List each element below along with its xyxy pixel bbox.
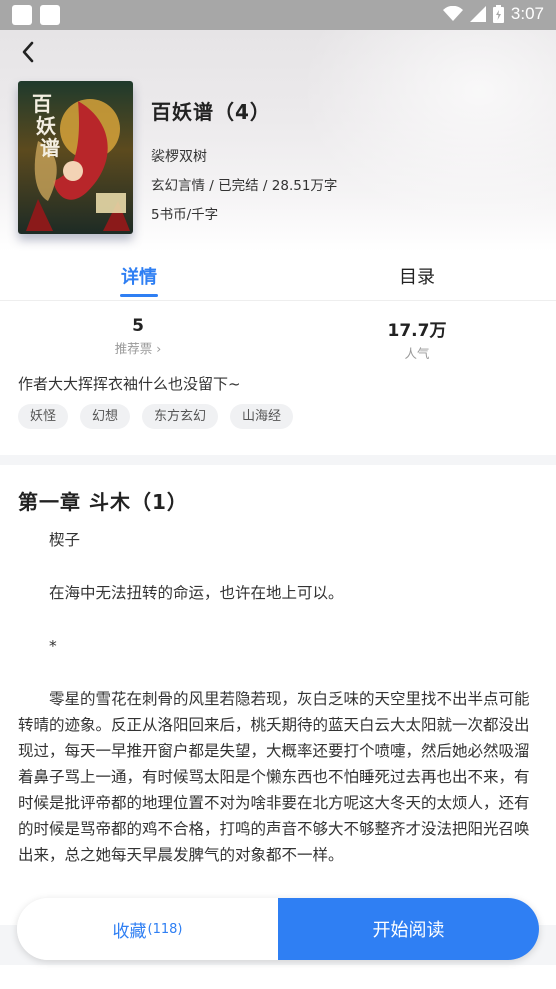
votes-value: 5	[132, 316, 144, 336]
tag-chip[interactable]: 山海经	[230, 404, 294, 429]
start-reading-button[interactable]: 开始阅读	[278, 898, 539, 960]
tab-catalog[interactable]: 目录	[399, 263, 435, 289]
status-time: 3:07	[510, 4, 544, 23]
votes-label: 推荐票 ›	[114, 341, 162, 356]
chapter-paragraph: 在海中无法扭转的命运，也许在地上可以。	[49, 584, 344, 602]
chapter-paragraph: *	[49, 637, 57, 655]
tab-details[interactable]: 详情	[121, 263, 157, 289]
notification-icon	[40, 5, 60, 25]
favorite-label: 收藏	[112, 921, 147, 942]
favorite-count: (118)	[147, 921, 183, 937]
wifi-icon	[442, 6, 463, 21]
book-author[interactable]: 裟椤双树	[151, 146, 207, 166]
active-tab-indicator	[120, 294, 158, 297]
status-bar: 3:07	[0, 0, 556, 30]
recommend-votes[interactable]: 5 推荐票 ›	[88, 316, 188, 357]
back-button[interactable]	[14, 38, 42, 66]
notification-icons	[12, 5, 60, 25]
svg-text:妖: 妖	[36, 114, 56, 138]
bottom-action-bar: 收藏 (118) 开始阅读	[0, 895, 556, 965]
tag-chip[interactable]: 幻想	[80, 404, 131, 429]
chapter-preview[interactable]: 楔子 在海中无法扭转的命运，也许在地上可以。 * 零星的雪花在刺骨的风里若隐若现…	[18, 527, 540, 868]
book-meta: 玄幻言情 / 已完结 / 28.51万字	[151, 178, 338, 194]
svg-text:谱: 谱	[40, 136, 60, 160]
book-intro: 作者大大挥挥衣袖什么也没留下~	[18, 375, 241, 393]
favorite-button[interactable]: 收藏 (118)	[17, 898, 278, 960]
signal-icon	[469, 6, 486, 22]
battery-icon	[492, 5, 504, 23]
popularity-label: 人气	[404, 346, 430, 361]
book-price: 5书币/千字	[151, 207, 219, 223]
section-divider	[0, 455, 556, 465]
book-title: 百妖谱（4）	[151, 100, 271, 124]
notification-icon	[12, 5, 32, 25]
cover-art: 百 妖 谱	[18, 81, 133, 234]
tag-list: 妖怪 幻想 东方玄幻 山海经	[18, 404, 294, 429]
back-arrow-icon	[22, 41, 34, 63]
popularity: 17.7万 人气	[367, 316, 467, 362]
chapter-paragraph: 楔子	[49, 531, 81, 549]
tab-bar: 详情 目录	[0, 252, 556, 301]
tag-chip[interactable]: 东方玄幻	[142, 404, 219, 429]
book-cover[interactable]: 百 妖 谱	[18, 81, 133, 234]
svg-text:百: 百	[32, 92, 52, 116]
chapter-paragraph: 零星的雪花在刺骨的风里若隐若现，灰白乏味的天空里找不出半点可能转晴的迹象。反正从…	[18, 690, 530, 864]
chapter-title: 第一章 斗木（1）	[18, 490, 188, 514]
tag-chip[interactable]: 妖怪	[18, 404, 69, 429]
popularity-value: 17.7万	[387, 321, 447, 341]
